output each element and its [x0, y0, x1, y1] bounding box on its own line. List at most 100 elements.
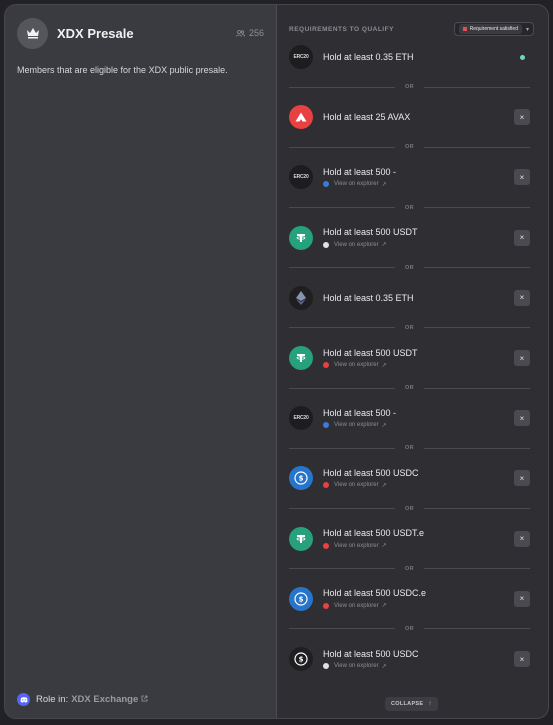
collapse-label: COLLAPSE: [391, 701, 424, 707]
requirement-item: $ Hold at least 500 USDC View on explorer ↗…: [289, 460, 530, 496]
or-label: OR: [404, 264, 415, 271]
avalanche-icon: [289, 105, 313, 130]
or-separator: OR: [289, 83, 530, 91]
tether-icon: [289, 225, 313, 250]
explorer-link[interactable]: View on explorer ↗: [323, 542, 424, 549]
ethereum-icon: [289, 285, 313, 310]
tether-icon: [289, 346, 313, 370]
or-separator: OR: [289, 565, 530, 573]
explorer-link[interactable]: View on explorer ↗: [323, 663, 419, 670]
close-button[interactable]: ×: [514, 289, 530, 306]
explorer-label: View on explorer: [334, 602, 379, 609]
external-link-icon[interactable]: [141, 694, 148, 705]
requirement-text: Hold at least 500 USDC: [323, 467, 419, 478]
explorer-label: View on explorer: [334, 542, 379, 549]
requirement-item: Hold at least 500 USDT.e View on explorer…: [289, 521, 530, 557]
requirement-item: $ Hold at least 500 USDC.e View on explore…: [289, 581, 530, 617]
close-button[interactable]: ×: [514, 229, 530, 246]
close-button[interactable]: ×: [514, 350, 530, 366]
role-title: XDX Presale: [57, 25, 134, 41]
collapse-button[interactable]: COLLAPSE ↑: [385, 697, 438, 711]
arrow-up-icon: ↑: [428, 701, 432, 707]
external-link-icon: ↗: [381, 482, 387, 489]
separator-line: [424, 508, 530, 509]
chain-icon: [323, 241, 329, 248]
or-label: OR: [404, 625, 415, 632]
satisfied-indicator: [520, 54, 525, 60]
users-icon: [236, 29, 245, 37]
chain-icon: [323, 663, 329, 669]
chevron-down-icon: ▾: [525, 26, 529, 33]
requirement-item: Hold at least 500 USDT View on explorer ↗ ×: [289, 340, 530, 376]
requirement-text: Hold at least 500 USDT: [323, 347, 418, 358]
explorer-link[interactable]: View on explorer ↗: [323, 362, 418, 369]
chain-icon: [323, 181, 329, 188]
explorer-link[interactable]: View on explorer ↗: [323, 241, 418, 248]
discord-icon: [17, 693, 30, 706]
or-separator: OR: [289, 444, 530, 452]
explorer-link[interactable]: View on explorer ↗: [323, 602, 426, 609]
chain-icon: [323, 542, 329, 549]
external-link-icon: ↗: [381, 543, 387, 550]
or-separator: OR: [289, 204, 530, 212]
explorer-link[interactable]: View on explorer ↗: [323, 422, 396, 429]
external-link-icon: ↗: [381, 663, 387, 670]
explorer-label: View on explorer: [334, 241, 379, 248]
chain-icon: [323, 362, 329, 368]
requirements-panel: REQUIREMENTS TO QUALIFY Requirement sati…: [277, 5, 548, 718]
usdc-icon: $: [289, 466, 313, 491]
role-in-guild: Role in: XDX Exchange: [17, 693, 148, 706]
filter-pill: Requirement satisfied: [458, 24, 522, 34]
external-link-icon: ↗: [381, 242, 387, 249]
close-button[interactable]: ×: [514, 109, 530, 126]
external-link-icon: ↗: [381, 362, 387, 369]
requirement-text-block: Hold at least 500 - View on explorer ↗: [323, 408, 396, 429]
close-button[interactable]: ×: [514, 169, 530, 186]
separator-line: [289, 568, 395, 570]
separator-line: [289, 628, 395, 630]
crown-icon: [17, 17, 48, 49]
role-header: XDX Presale 256: [17, 17, 264, 49]
close-button[interactable]: ×: [514, 590, 530, 607]
or-label: OR: [404, 324, 415, 331]
external-link-icon: ↗: [381, 422, 387, 429]
separator-line: [289, 327, 395, 329]
separator-line: [424, 207, 530, 208]
requirement-text-block: Hold at least 500 USDT View on explorer ↗: [323, 227, 418, 248]
erc20-label: ERC20: [293, 415, 309, 422]
or-label: OR: [404, 385, 415, 392]
requirement-text-block: Hold at least 25 AVAX: [323, 112, 410, 122]
requirement-text-block: Hold at least 500 USDC View on explorer ↗: [323, 649, 419, 670]
usdc-icon: $: [289, 647, 313, 671]
requirement-text: Hold at least 500 USDT: [323, 227, 418, 238]
role-info-panel: XDX Presale 256 Members that are eligibl…: [5, 5, 276, 718]
close-button[interactable]: ×: [514, 530, 530, 547]
explorer-link[interactable]: View on explorer ↗: [323, 181, 396, 188]
requirements-header: REQUIREMENTS TO QUALIFY Requirement sati…: [289, 22, 534, 36]
requirements-title: REQUIREMENTS TO QUALIFY: [289, 25, 394, 33]
or-separator: OR: [289, 264, 530, 272]
member-count: 256: [236, 28, 264, 38]
close-button[interactable]: ×: [514, 410, 530, 427]
guild-link[interactable]: XDX Exchange: [71, 694, 138, 705]
separator-line: [289, 146, 395, 148]
explorer-link[interactable]: View on explorer ↗: [323, 482, 419, 489]
close-button[interactable]: ×: [514, 651, 530, 667]
chain-icon: [323, 482, 329, 489]
external-link-icon: ↗: [381, 181, 387, 188]
requirement-text: Hold at least 500 USDC.e: [323, 588, 427, 599]
requirement-text-block: Hold at least 500 USDC.e View on explorer…: [323, 588, 426, 609]
explorer-label: View on explorer: [334, 362, 379, 368]
or-label: OR: [404, 445, 415, 452]
separator-line: [424, 327, 530, 329]
usdc-icon: $: [289, 586, 313, 611]
requirement-item: Hold at least 25 AVAX ×: [289, 99, 530, 135]
or-separator: OR: [289, 625, 530, 633]
or-separator: OR: [289, 384, 530, 392]
close-button[interactable]: ×: [514, 470, 530, 487]
requirement-filter-select[interactable]: Requirement satisfied ▾: [453, 22, 534, 36]
separator-line: [289, 207, 395, 208]
separator-line: [424, 146, 530, 148]
requirement-text: Hold at least 500 USDT.e: [323, 528, 425, 539]
separator-line: [424, 86, 530, 88]
